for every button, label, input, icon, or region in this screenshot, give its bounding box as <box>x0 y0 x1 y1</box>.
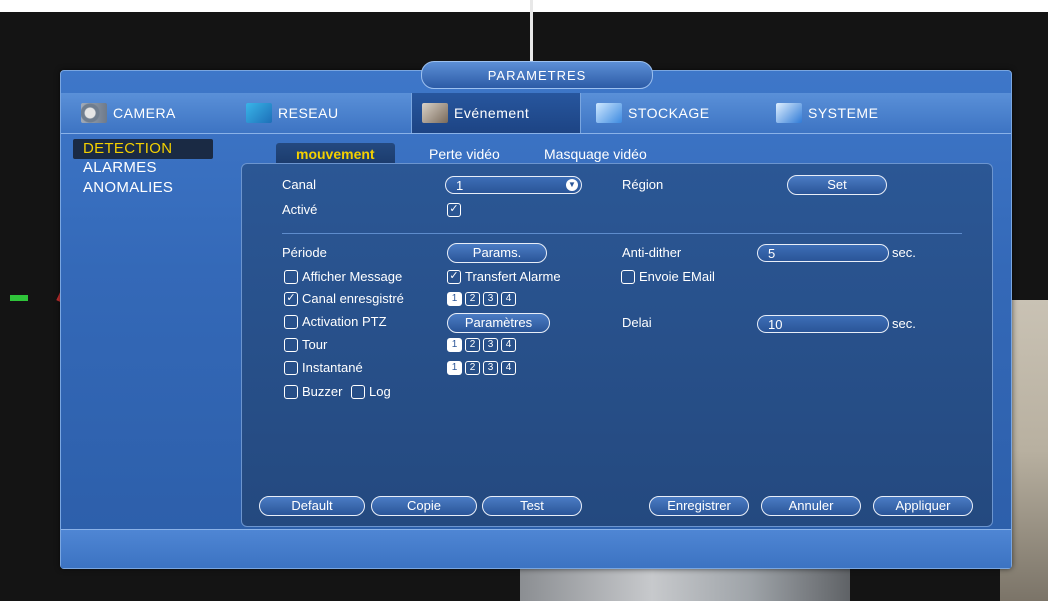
instantane-checkbox[interactable] <box>284 361 298 375</box>
envoie-email-checkbox[interactable] <box>621 270 635 284</box>
tab-camera[interactable]: CAMERA <box>81 93 176 133</box>
storage-icon <box>596 103 622 123</box>
delai-input[interactable]: 10 <box>757 315 889 333</box>
camera-grid-top-line <box>0 0 1048 12</box>
instantane-channel-1[interactable]: 1 <box>447 361 462 375</box>
copie-button[interactable]: Copie <box>371 496 477 516</box>
delai-label: Delai <box>622 315 652 330</box>
antidither-input[interactable]: 5 <box>757 244 889 262</box>
log-label: Log <box>369 384 391 399</box>
instantane-channel-4[interactable]: 4 <box>501 361 516 375</box>
buzzer-label: Buzzer <box>302 384 343 399</box>
canal-enregistre-channel-4[interactable]: 4 <box>501 292 516 306</box>
log-checkbox[interactable] <box>351 385 365 399</box>
default-button[interactable]: Default <box>259 496 365 516</box>
instantane-channel-3[interactable]: 3 <box>483 361 498 375</box>
buzzer-checkbox[interactable] <box>284 385 298 399</box>
detection-settings-panel: Canal 1 ▼ Région Set Activé ✓ Période Pa… <box>241 163 993 527</box>
enregistrer-button[interactable]: Enregistrer <box>649 496 749 516</box>
envoie-email-label: Envoie EMail <box>639 269 715 284</box>
parametres-dialog: PARAMETRES CAMERA RESEAU Evénement STOCK… <box>60 61 1012 569</box>
subtab-mouvement[interactable]: mouvement <box>276 143 395 165</box>
tab-label: SYSTEME <box>808 105 879 121</box>
tour-label: Tour <box>302 337 328 352</box>
tour-checkbox[interactable] <box>284 338 298 352</box>
tour-channel-1[interactable]: 1 <box>447 338 462 352</box>
region-label: Région <box>622 177 664 192</box>
region-set-button[interactable]: Set <box>787 175 887 195</box>
camera-icon <box>81 103 107 123</box>
periode-params-button[interactable]: Params. <box>447 243 547 263</box>
tab-label: Evénement <box>454 105 530 121</box>
afficher-message-label: Afficher Message <box>302 269 403 284</box>
sidebar-item-anomalies[interactable]: ANOMALIES <box>73 178 183 198</box>
tab-stockage[interactable]: STOCKAGE <box>596 93 710 133</box>
sidebar-item-detection[interactable]: DETECTION <box>73 139 213 159</box>
tab-label: CAMERA <box>113 105 176 121</box>
canal-select-value: 1 <box>456 178 464 193</box>
sidebar-item-alarmes[interactable]: ALARMES <box>73 158 167 178</box>
canal-enregistre-channel-2[interactable]: 2 <box>465 292 480 306</box>
instantane-label: Instantané <box>302 360 363 375</box>
tab-systeme[interactable]: SYSTEME <box>776 93 878 133</box>
annuler-button[interactable]: Annuler <box>761 496 861 516</box>
canal-enregistre-checkbox[interactable]: ✓ <box>284 292 298 306</box>
active-checkbox[interactable]: ✓ <box>447 203 461 217</box>
antidither-label: Anti-dither <box>622 245 682 260</box>
activation-ptz-label: Activation PTZ <box>302 314 387 329</box>
appliquer-button[interactable]: Appliquer <box>873 496 973 516</box>
sidebar: DETECTION ALARMES ANOMALIES <box>61 134 239 534</box>
dialog-title: PARAMETRES <box>421 61 653 89</box>
dialog-footer <box>61 529 1011 568</box>
tour-channel-4[interactable]: 4 <box>501 338 516 352</box>
tab-reseau[interactable]: RESEAU <box>246 93 339 133</box>
section-divider <box>282 233 962 234</box>
activation-ptz-checkbox[interactable] <box>284 315 298 329</box>
canal-label: Canal <box>282 177 316 192</box>
instantane-channel-2[interactable]: 2 <box>465 361 480 375</box>
canal-enregistre-channel-1[interactable]: 1 <box>447 292 462 306</box>
test-button[interactable]: Test <box>482 496 582 516</box>
system-icon <box>776 103 802 123</box>
delai-unit: sec. <box>892 316 916 331</box>
canal-select[interactable]: 1 ▼ <box>445 176 582 194</box>
periode-label: Période <box>282 245 327 260</box>
tab-evenement[interactable]: Evénement <box>411 93 581 133</box>
subtab-masquage-video[interactable]: Masquage vidéo <box>534 143 657 165</box>
transfert-alarme-checkbox[interactable]: ✓ <box>447 270 461 284</box>
status-indicator-icon <box>10 295 28 301</box>
tab-label: STOCKAGE <box>628 105 710 121</box>
network-icon <box>246 103 272 123</box>
tour-channel-2[interactable]: 2 <box>465 338 480 352</box>
afficher-message-checkbox[interactable] <box>284 270 298 284</box>
antidither-unit: sec. <box>892 245 916 260</box>
subtab-perte-video[interactable]: Perte vidéo <box>419 143 510 165</box>
canal-enregistre-channel-3[interactable]: 3 <box>483 292 498 306</box>
event-icon <box>422 103 448 123</box>
ptz-parametres-button[interactable]: Paramètres <box>447 313 550 333</box>
main-tab-bar: CAMERA RESEAU Evénement STOCKAGE SYSTEME <box>61 93 1011 134</box>
tour-channel-3[interactable]: 3 <box>483 338 498 352</box>
tab-label: RESEAU <box>278 105 339 121</box>
active-label: Activé <box>282 202 318 217</box>
transfert-alarme-label: Transfert Alarme <box>465 269 561 284</box>
chevron-down-icon: ▼ <box>566 179 578 191</box>
canal-enregistre-label: Canal enresgistré <box>302 291 404 306</box>
